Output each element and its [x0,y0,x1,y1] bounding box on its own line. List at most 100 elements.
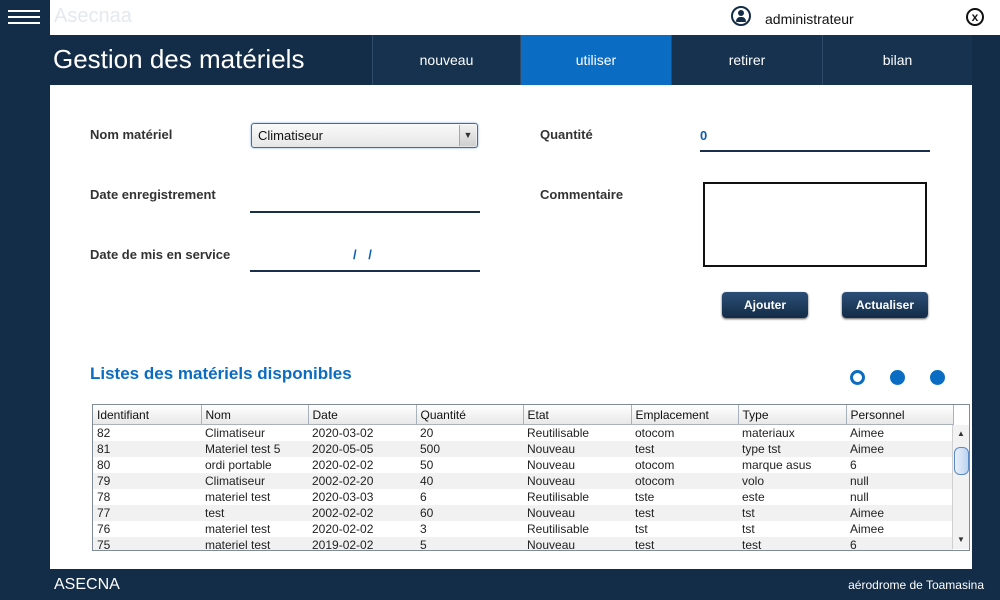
table-cell: Reutilisable [527,426,590,440]
commentaire-label: Commentaire [540,187,624,202]
table-cell: 79 [93,473,201,489]
table-row[interactable]: 82 Climatiseur 2020-03-02 20 Reutilisable oto… [93,425,953,442]
side-panel [0,0,50,600]
table-cell: 40 [416,473,523,489]
table-cell: 76 [97,522,111,536]
tab-retirer[interactable]: retirer [671,35,822,85]
date-service-label: Date de mis en service [90,247,231,262]
column-header[interactable]: Date [308,405,417,425]
table-cell: 78 [97,490,111,504]
nom-materiel-select[interactable]: Climatiseur ▼ [251,123,478,148]
table-cell: Reutilisable [527,522,590,536]
table-cell: Aimee [850,426,885,440]
column-header[interactable]: Emplacement [631,405,739,425]
page-dot-1[interactable] [850,370,865,385]
table-cell: 2020-02-02 [312,458,374,472]
table-cell: 6 [846,537,953,550]
date-service-field[interactable]: / / [250,247,480,272]
table-cell: Reutilisable [527,490,590,504]
table-cell: test [631,441,738,457]
page-title: Gestion des matériels [53,44,305,74]
table-row[interactable]: 75 materiel test 2019-02-02 5 Nouveau test tes… [93,537,953,550]
date-enregistrement-label: Date enregistrement [90,187,216,202]
column-header[interactable]: Type [738,405,847,425]
nom-materiel-value: Climatiseur [258,128,324,143]
scroll-down-icon[interactable]: ▼ [953,533,969,547]
hamburger-icon[interactable] [8,10,40,26]
table-row[interactable]: 81 Materiel test 5 2020-05-05 500 Nouveau tes… [93,441,953,457]
scroll-up-icon[interactable]: ▲ [953,427,969,441]
table-cell: volo [738,473,846,489]
column-header[interactable]: Etat [523,405,632,425]
table-cell: Materiel test 5 [201,441,308,457]
table-cell: Aimee [846,505,953,521]
table-cell: Nouveau [523,441,631,457]
list-title: Listes des matériels disponibles [90,364,352,383]
table-cell: 2019-02-02 [308,537,416,550]
table-cell: 77 [93,505,201,521]
table-cell: tst [635,522,648,536]
table-cell: Nouveau [523,537,631,550]
table-scrollbar[interactable]: ▲ ▼ [952,425,969,549]
table-cell: 81 [93,441,201,457]
nom-materiel-label: Nom matériel [90,127,173,142]
table-cell: 75 [93,537,201,550]
quantite-field[interactable]: 0 [700,128,930,152]
table-cell: 2020-02-02 [312,522,374,536]
table-cell: null [846,473,953,489]
table-header-row: Identifiant Nom Date Quantité Etat Empla… [93,405,954,425]
page-dot-3[interactable] [930,370,945,385]
close-icon[interactable]: x [966,8,984,26]
user-name[interactable]: administrateur [765,11,854,27]
table-cell: tst [738,505,846,521]
table-cell: test [201,505,308,521]
column-header[interactable]: Personnel [846,405,954,425]
user-icon[interactable] [731,6,751,26]
table-cell: otocom [635,458,675,472]
tab-bilan[interactable]: bilan [822,35,972,85]
table-cell: 2002-02-20 [308,473,416,489]
table-cell: materiaux [742,426,795,440]
table-row[interactable]: 77 test 2002-02-02 60 Nouveau test tst Aimee [93,505,953,521]
table-cell: materiel test [205,522,271,536]
table-cell: type tst [738,441,846,457]
table-cell: 82 [97,426,111,440]
table-cell: otocom [631,473,738,489]
table-cell: 3 [420,522,427,536]
tab-nouveau[interactable]: nouveau [372,35,520,85]
tab-utiliser[interactable]: utiliser [520,35,671,85]
commentaire-field[interactable] [703,182,927,267]
table-cell: Climatiseur [201,473,308,489]
table-cell: 6 [420,490,427,504]
table-cell: Nouveau [523,505,631,521]
table-cell: test [631,505,738,521]
date-service-value: / / [353,247,376,262]
column-header[interactable]: Identifiant [93,405,202,425]
table-cell: marque asus [742,458,812,472]
table-row[interactable]: 80 ordi portable 2020-02-02 50 Nouveau otocom… [93,457,953,473]
table-cell: 2020-03-03 [312,490,374,504]
column-header[interactable]: Nom [201,405,309,425]
table-cell: 60 [416,505,523,521]
table-cell: materiel test [205,490,271,504]
table-cell: 50 [420,458,434,472]
date-enregistrement-field[interactable] [250,189,480,213]
right-panel [972,35,1000,570]
table-cell: test [738,537,846,550]
ajouter-button[interactable]: Ajouter [722,292,808,318]
table-row[interactable]: 79 Climatiseur 2002-02-20 40 Nouveau otocom vo… [93,473,953,489]
page-dot-2[interactable] [890,370,905,385]
table-cell: Aimee [846,441,953,457]
table-row[interactable]: 78 materiel test 2020-03-03 6 Reutilisable ts… [93,489,953,505]
materials-table[interactable]: Identifiant Nom Date Quantité Etat Empla… [92,404,970,551]
table-row[interactable]: 76 materiel test 2020-02-02 3 Reutilisable ts… [93,521,953,537]
table-cell: Nouveau [527,458,576,472]
app-ghost-title: Asecnaa [54,5,132,27]
table-cell: 6 [850,458,857,472]
actualiser-button[interactable]: Actualiser [842,292,928,318]
scroll-thumb[interactable] [954,447,969,475]
column-header[interactable]: Quantité [416,405,524,425]
table-cell: Nouveau [523,473,631,489]
chevron-down-icon[interactable]: ▼ [459,125,476,146]
quantite-value: 0 [700,128,708,143]
